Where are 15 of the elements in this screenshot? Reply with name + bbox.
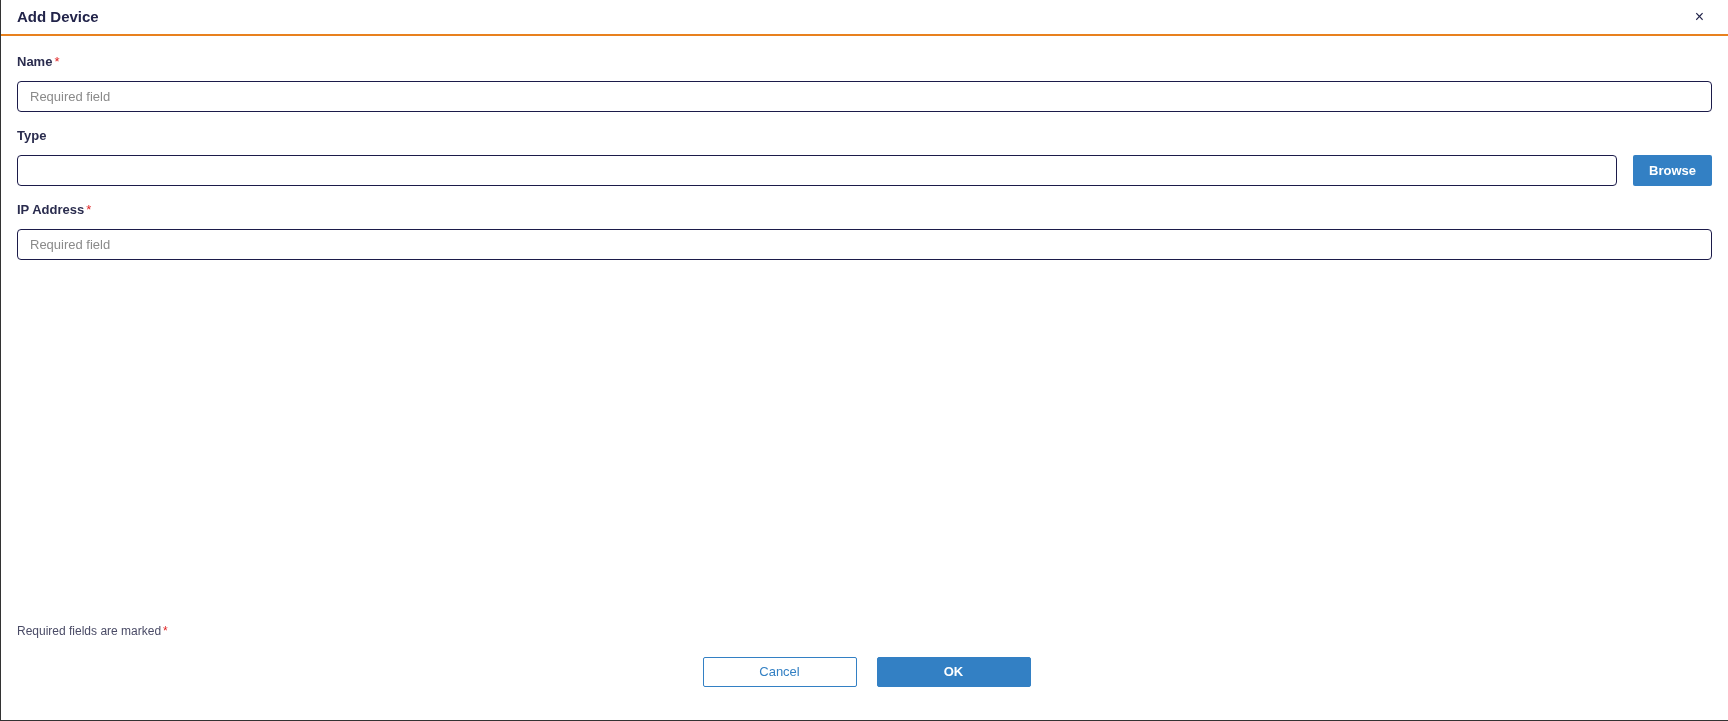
input-field[interactable] xyxy=(17,155,1617,186)
footnote: Required fields are marked xyxy=(17,623,162,640)
ok-button[interactable]: OK xyxy=(876,657,1031,687)
input-field[interactable]: Required field xyxy=(17,81,1712,112)
field-label: Name xyxy=(17,53,53,72)
required-marker: * xyxy=(54,53,60,72)
browse-button[interactable]: Browse xyxy=(1633,155,1712,186)
close-button[interactable]: × xyxy=(1690,5,1708,29)
field-label: Type xyxy=(17,127,47,146)
required-marker: * xyxy=(163,623,168,640)
dialog-title: Add Device xyxy=(17,6,99,27)
input-field[interactable]: Required field xyxy=(17,229,1712,260)
field-label: IP Address xyxy=(17,201,85,220)
required-marker: * xyxy=(86,201,92,220)
cancel-button[interactable]: Cancel xyxy=(702,657,857,687)
